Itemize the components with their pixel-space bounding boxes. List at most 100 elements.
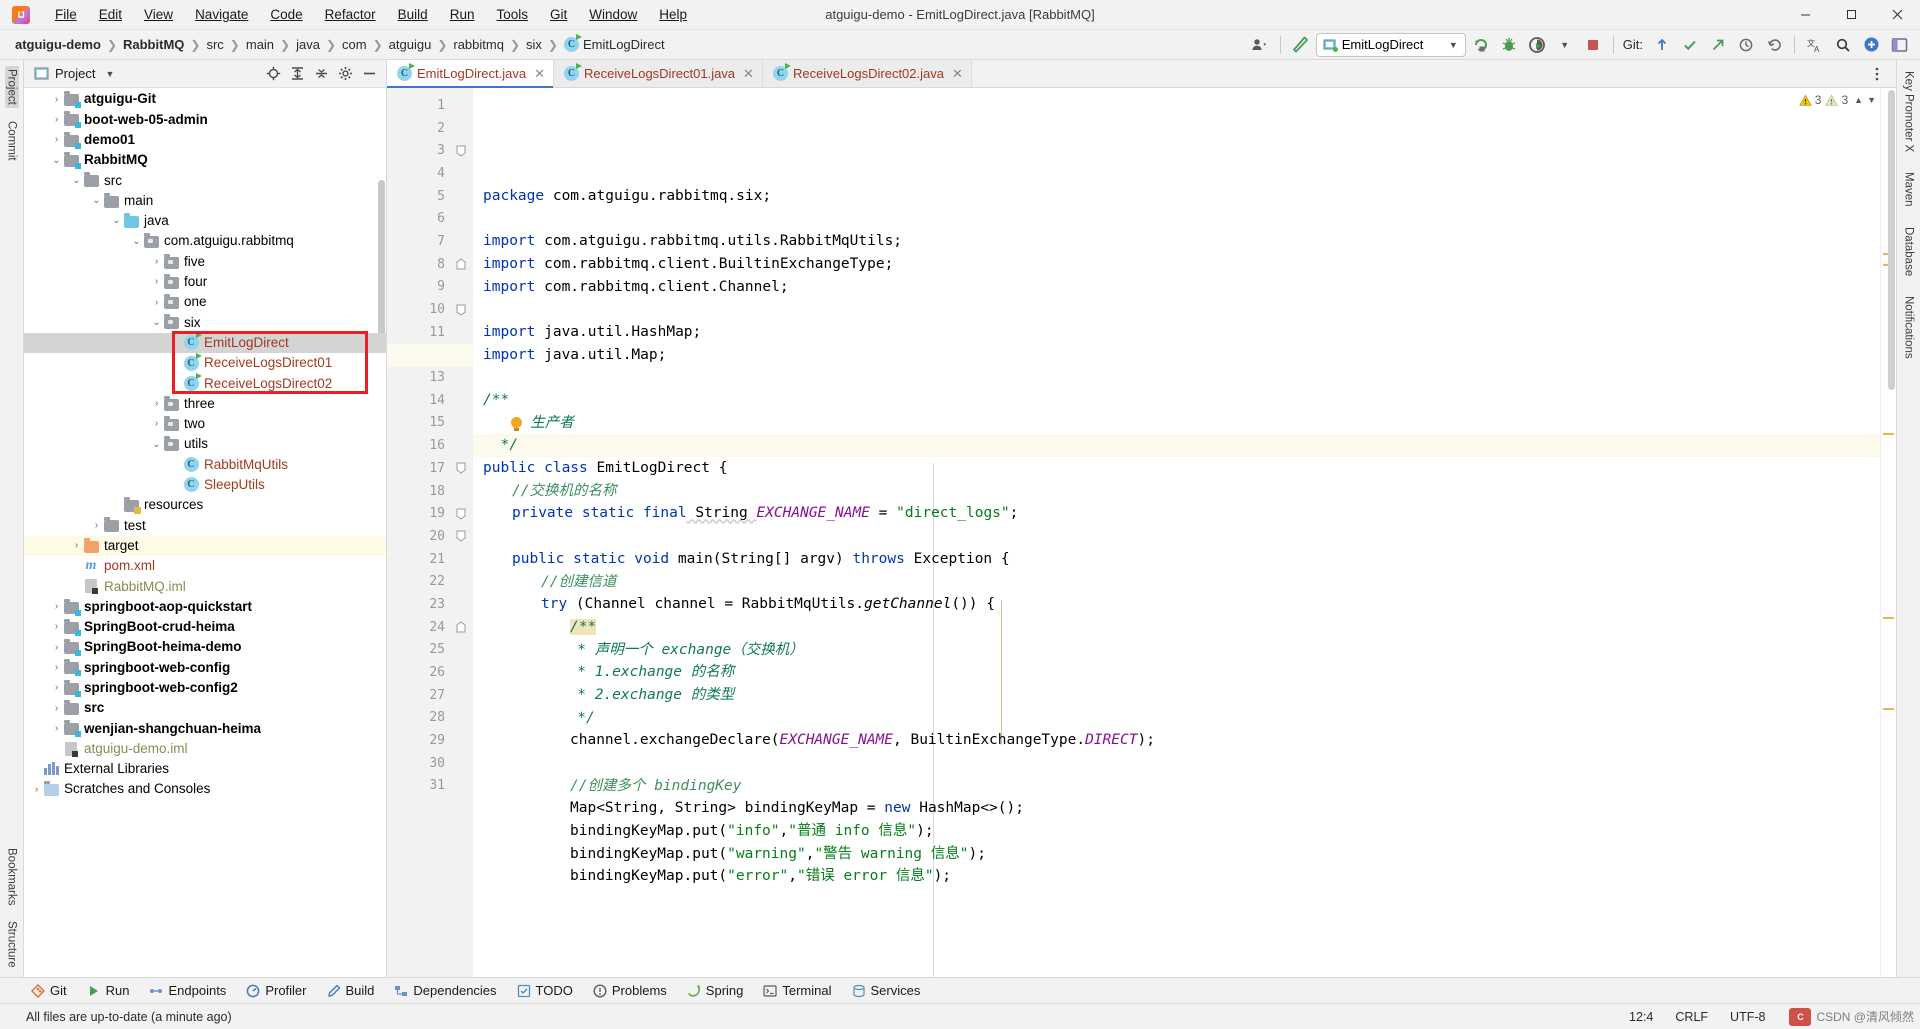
- code-line[interactable]: bindingKeyMap.put("info","普通 info 信息");: [473, 820, 1896, 843]
- code-line[interactable]: import com.rabbitmq.client.BuiltinExchan…: [473, 253, 1896, 276]
- bottom-tool-git[interactable]: Git: [22, 981, 76, 1000]
- code-line[interactable]: [473, 298, 1896, 321]
- fold-marker-slot[interactable]: [449, 434, 473, 457]
- tree-expand-arrow[interactable]: ⌄: [70, 175, 83, 186]
- line-number[interactable]: 12: [387, 344, 449, 367]
- ide-updates-button[interactable]: [1858, 33, 1884, 57]
- tree-expand-arrow[interactable]: ›: [50, 114, 63, 125]
- tree-expand-arrow[interactable]: ›: [50, 682, 63, 693]
- fold-marker-slot[interactable]: [449, 548, 473, 571]
- code-line[interactable]: [473, 208, 1896, 231]
- stop-button[interactable]: [1580, 33, 1606, 57]
- tree-row[interactable]: External Libraries: [24, 759, 386, 779]
- tree-row[interactable]: atguigu-demo.iml: [24, 739, 386, 759]
- code-line[interactable]: bindingKeyMap.put("warning","警告 warning …: [473, 843, 1896, 866]
- menu-navigate[interactable]: Navigate: [184, 3, 259, 26]
- code-line[interactable]: public static void main(String[] argv) t…: [473, 548, 1896, 571]
- bottom-tool-services[interactable]: Services: [843, 981, 930, 1000]
- line-number[interactable]: 31: [387, 775, 449, 798]
- user-account-button[interactable]: [1247, 33, 1273, 57]
- bottom-tool-spring[interactable]: Spring: [678, 981, 753, 1000]
- tree-row[interactable]: › two: [24, 414, 386, 434]
- fold-marker-slot[interactable]: [449, 185, 473, 208]
- line-number[interactable]: 29: [387, 729, 449, 752]
- tree-row[interactable]: ⌄ RabbitMQ: [24, 150, 386, 170]
- tree-row[interactable]: C ReceiveLogsDirect01: [24, 352, 386, 373]
- code-editor[interactable]: 1 2 3 4 5 6 7 8 9 10 11 12 13 14 15 16 17 18 19 20 21 22 23 24 2…: [387, 88, 1896, 977]
- bottom-tool-run[interactable]: Run: [78, 981, 139, 1000]
- expand-all-button[interactable]: [286, 63, 308, 85]
- tree-row[interactable]: ⌄ six: [24, 312, 386, 332]
- fold-marker-slot[interactable]: [449, 344, 473, 367]
- menu-tools[interactable]: Tools: [485, 3, 539, 26]
- fold-marker-slot[interactable]: [449, 570, 473, 593]
- tree-row[interactable]: › Scratches and Consoles: [24, 779, 386, 799]
- tree-row[interactable]: › atguigu-Git: [24, 89, 386, 109]
- fold-marker-slot[interactable]: [449, 230, 473, 253]
- maximize-button[interactable]: [1828, 0, 1874, 30]
- line-number[interactable]: 1: [387, 94, 449, 117]
- tree-row[interactable]: › test: [24, 515, 386, 535]
- inspection-widget[interactable]: 3 3 ▲ ▼: [1796, 92, 1878, 108]
- rail-item-key-promoter[interactable]: Key Promoter X: [1902, 68, 1916, 155]
- tree-expand-arrow[interactable]: ›: [50, 94, 63, 105]
- rail-item-database[interactable]: Database: [1902, 224, 1916, 279]
- tree-expand-arrow[interactable]: ›: [50, 703, 63, 714]
- breadcrumb-item-com[interactable]: com: [337, 36, 372, 53]
- tree-row[interactable]: ⌄ src: [24, 170, 386, 190]
- fold-marker-slot[interactable]: [449, 457, 473, 480]
- line-number-gutter[interactable]: 1 2 3 4 5 6 7 8 9 10 11 12 13 14 15 16 17 18 19 20 21 22 23 24 2…: [387, 88, 462, 977]
- line-number[interactable]: 14: [387, 389, 449, 412]
- select-opened-file-button[interactable]: [262, 63, 284, 85]
- bottom-tool-profiler[interactable]: Profiler: [237, 981, 315, 1000]
- menu-help[interactable]: Help: [648, 3, 698, 26]
- minimize-button[interactable]: [1782, 0, 1828, 30]
- editor-tab-receivelogsdirect02[interactable]: C ReceiveLogsDirect02.java ✕: [762, 60, 972, 87]
- line-number[interactable]: 18: [387, 480, 449, 503]
- breadcrumb-item-java[interactable]: java: [291, 36, 325, 53]
- tree-row[interactable]: › demo01: [24, 130, 386, 150]
- git-update-button[interactable]: [1649, 33, 1675, 57]
- line-number[interactable]: 7: [387, 230, 449, 253]
- line-number[interactable]: 25: [387, 639, 449, 662]
- bottom-tool-terminal[interactable]: Terminal: [754, 981, 840, 1000]
- git-commit-button[interactable]: [1677, 33, 1703, 57]
- line-number[interactable]: 22: [387, 570, 449, 593]
- tree-expand-arrow[interactable]: ›: [150, 297, 163, 308]
- tree-row[interactable]: RabbitMQ.iml: [24, 576, 386, 596]
- tree-expand-arrow[interactable]: ›: [50, 723, 63, 734]
- fold-marker-slot[interactable]: [449, 480, 473, 503]
- tree-row[interactable]: m pom.xml: [24, 556, 386, 576]
- fold-marker-slot[interactable]: [449, 321, 473, 344]
- editor-tab-receivelogsdirect01[interactable]: C ReceiveLogsDirect01.java ✕: [554, 60, 763, 87]
- build-project-button[interactable]: [1288, 33, 1314, 57]
- breadcrumb-item-rabbitmq[interactable]: rabbitmq: [448, 36, 509, 53]
- tree-expand-arrow[interactable]: ›: [50, 642, 63, 653]
- fold-marker-slot[interactable]: [449, 684, 473, 707]
- tree-row[interactable]: ⌄ utils: [24, 434, 386, 454]
- tree-expand-arrow[interactable]: ⌄: [150, 317, 163, 328]
- close-button[interactable]: [1874, 0, 1920, 30]
- close-tab-icon[interactable]: ✕: [743, 66, 754, 82]
- bottom-tool-problems[interactable]: Problems: [584, 981, 676, 1000]
- tree-row[interactable]: › SpringBoot-crud-heima: [24, 617, 386, 637]
- code-line[interactable]: */: [473, 434, 1896, 458]
- tree-row[interactable]: › springboot-web-config2: [24, 678, 386, 698]
- code-line[interactable]: //创建多个 bindingKey: [473, 775, 1896, 798]
- fold-marker-slot[interactable]: [449, 775, 473, 798]
- menu-code[interactable]: Code: [259, 3, 313, 26]
- code-line[interactable]: try (Channel channel = RabbitMqUtils.get…: [473, 593, 1896, 616]
- menu-file[interactable]: File: [44, 3, 88, 26]
- code-line[interactable]: [473, 525, 1896, 548]
- fold-marker-slot[interactable]: [449, 162, 473, 185]
- tree-expand-arrow[interactable]: ⌄: [150, 439, 163, 450]
- code-line[interactable]: [473, 752, 1896, 775]
- line-number[interactable]: 20: [387, 525, 449, 548]
- code-line[interactable]: /**: [473, 616, 1896, 639]
- line-number[interactable]: 6: [387, 207, 449, 230]
- rail-item-commit[interactable]: Commit: [5, 118, 19, 164]
- code-line[interactable]: Map<String, String> bindingKeyMap = new …: [473, 797, 1896, 820]
- tree-expand-arrow[interactable]: ›: [150, 398, 163, 409]
- menu-window[interactable]: Window: [578, 3, 648, 26]
- bottom-tool-build[interactable]: Build: [318, 981, 384, 1000]
